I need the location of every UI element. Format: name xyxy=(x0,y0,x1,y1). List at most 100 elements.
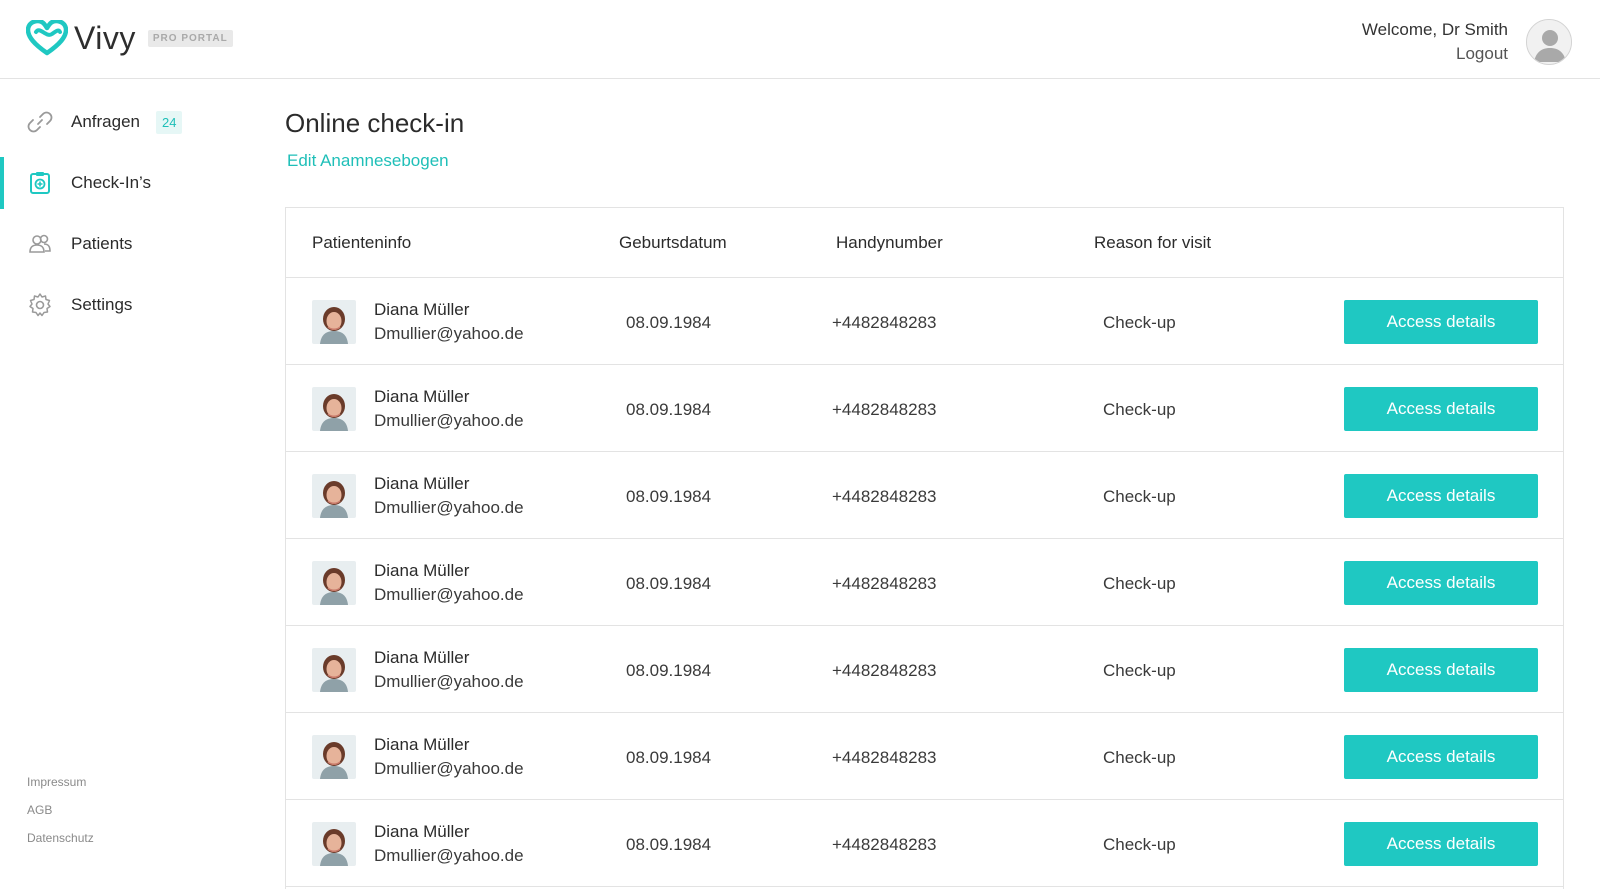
visit-reason: Check-up xyxy=(1103,400,1176,419)
patient-birthdate: 08.09.1984 xyxy=(626,748,712,767)
table-row: Diana Müller Dmullier@yahoo.de 08.09.198… xyxy=(286,452,1563,539)
user-area: Welcome, Dr Smith Logout xyxy=(1362,18,1572,66)
page-title: Online check-in xyxy=(285,108,465,138)
patient-photo xyxy=(312,735,356,779)
column-header-geburtsdatum: Geburtsdatum xyxy=(619,233,727,252)
patient-phone: +4482848283 xyxy=(832,661,937,680)
brand-name: Vivy xyxy=(74,20,136,56)
patient-photo xyxy=(312,648,356,692)
access-details-button[interactable]: Access details xyxy=(1344,387,1538,431)
patient-phone: +4482848283 xyxy=(832,487,937,506)
logo[interactable]: Vivy PRO PORTAL xyxy=(26,20,233,56)
patient-photo-icon xyxy=(312,735,356,779)
checkins-table: Patienteninfo Geburtsdatum Handynumber R… xyxy=(285,207,1564,889)
sidebar-item-anfragen[interactable]: Anfragen 24 xyxy=(0,96,250,148)
visit-reason: Check-up xyxy=(1103,487,1176,506)
patient-name: Diana Müller xyxy=(374,822,470,841)
footer-links: Impressum AGB Datenschutz xyxy=(27,768,94,852)
user-avatar[interactable] xyxy=(1526,19,1572,65)
table-row: Diana Müller Dmullier@yahoo.de 08.09.198… xyxy=(286,626,1563,713)
patient-name: Diana Müller xyxy=(374,387,470,406)
patients-icon xyxy=(29,234,51,253)
access-details-button[interactable]: Access details xyxy=(1344,822,1538,866)
patient-phone: +4482848283 xyxy=(832,313,937,332)
access-details-button[interactable]: Access details xyxy=(1344,474,1538,518)
gear-icon xyxy=(29,293,51,317)
column-header-reason: Reason for visit xyxy=(1094,233,1212,252)
patient-birthdate: 08.09.1984 xyxy=(626,661,712,680)
patient-birthdate: 08.09.1984 xyxy=(626,574,712,593)
patient-birthdate: 08.09.1984 xyxy=(626,835,712,854)
patient-email: Dmullier@yahoo.de xyxy=(374,324,524,343)
patient-name: Diana Müller xyxy=(374,300,470,319)
visit-reason: Check-up xyxy=(1103,574,1176,593)
sidebar-item-label: Anfragen xyxy=(71,112,140,131)
table-row: Diana Müller Dmullier@yahoo.de 08.09.198… xyxy=(286,539,1563,626)
sidebar-item-settings[interactable]: Settings xyxy=(0,279,250,331)
pro-portal-badge: PRO PORTAL xyxy=(147,29,233,47)
table-row: Diana Müller Dmullier@yahoo.de 08.09.198… xyxy=(286,365,1563,452)
patient-phone: +4482848283 xyxy=(832,574,937,593)
link-icon xyxy=(27,111,53,133)
patient-email: Dmullier@yahoo.de xyxy=(374,585,524,604)
visit-reason: Check-up xyxy=(1103,661,1176,680)
sidebar-item-label: Patients xyxy=(71,234,133,253)
patient-name: Diana Müller xyxy=(374,561,470,580)
patient-photo-icon xyxy=(312,561,356,605)
requests-count-badge: 24 xyxy=(156,110,183,134)
patient-email: Dmullier@yahoo.de xyxy=(374,411,524,430)
patient-photo xyxy=(312,474,356,518)
patient-photo xyxy=(312,561,356,605)
table-row: Diana Müller Dmullier@yahoo.de 08.09.198… xyxy=(286,800,1563,887)
patient-email: Dmullier@yahoo.de xyxy=(374,846,524,865)
patient-name: Diana Müller xyxy=(374,735,470,754)
patient-photo xyxy=(312,387,356,431)
patient-phone: +4482848283 xyxy=(832,400,937,419)
patient-photo xyxy=(312,822,356,866)
top-header: Vivy PRO PORTAL Welcome, Dr Smith Logout xyxy=(0,0,1600,79)
sidebar-item-label: Check-In’s xyxy=(71,173,151,192)
clipboard-icon xyxy=(30,172,50,194)
visit-reason: Check-up xyxy=(1103,835,1176,854)
datenschutz-link[interactable]: Datenschutz xyxy=(27,824,94,852)
logout-link[interactable]: Logout xyxy=(1362,42,1508,66)
table-row: Diana Müller Dmullier@yahoo.de 08.09.198… xyxy=(286,713,1563,800)
sidebar-item-check-ins[interactable]: Check-In’s xyxy=(0,157,250,209)
patient-photo xyxy=(312,300,356,344)
access-details-button[interactable]: Access details xyxy=(1344,300,1538,344)
user-text: Welcome, Dr Smith Logout xyxy=(1362,18,1508,66)
patient-phone: +4482848283 xyxy=(832,748,937,767)
welcome-text: Welcome, Dr Smith xyxy=(1361,20,1508,39)
visit-reason: Check-up xyxy=(1103,748,1176,767)
patient-email: Dmullier@yahoo.de xyxy=(374,759,524,778)
patient-birthdate: 08.09.1984 xyxy=(626,400,712,419)
patient-birthdate: 08.09.1984 xyxy=(626,313,712,332)
patient-birthdate: 08.09.1984 xyxy=(626,487,712,506)
column-header-handynumber: Handynumber xyxy=(836,233,943,252)
access-details-button[interactable]: Access details xyxy=(1344,735,1538,779)
patient-phone: +4482848283 xyxy=(832,835,937,854)
sidebar-item-label: Settings xyxy=(71,295,133,314)
impressum-link[interactable]: Impressum xyxy=(27,768,94,796)
patient-photo-icon xyxy=(312,387,356,431)
column-header-patienteninfo: Patienteninfo xyxy=(312,233,412,252)
sidebar-item-patients[interactable]: Patients xyxy=(0,218,250,270)
patient-email: Dmullier@yahoo.de xyxy=(374,498,524,517)
patient-photo-icon xyxy=(312,648,356,692)
patient-photo-icon xyxy=(312,822,356,866)
access-details-button[interactable]: Access details xyxy=(1344,561,1538,605)
edit-anamnesebogen-link[interactable]: Edit Anamnesebogen xyxy=(287,151,449,171)
sidebar: Anfragen 24 Check-In’s Patients Settings… xyxy=(0,80,250,889)
patient-name: Diana Müller xyxy=(374,648,470,667)
visit-reason: Check-up xyxy=(1103,313,1176,332)
heart-infinity-logo-icon xyxy=(26,20,68,56)
patient-email: Dmullier@yahoo.de xyxy=(374,672,524,691)
access-details-button[interactable]: Access details xyxy=(1344,648,1538,692)
table-row: Diana Müller Dmullier@yahoo.de 08.09.198… xyxy=(286,278,1563,365)
user-avatar-icon xyxy=(1527,20,1571,64)
table-header: Patienteninfo Geburtsdatum Handynumber R… xyxy=(286,208,1563,278)
patient-name: Diana Müller xyxy=(374,474,470,493)
patient-photo-icon xyxy=(312,474,356,518)
patient-photo-icon xyxy=(312,300,356,344)
agb-link[interactable]: AGB xyxy=(27,796,94,824)
